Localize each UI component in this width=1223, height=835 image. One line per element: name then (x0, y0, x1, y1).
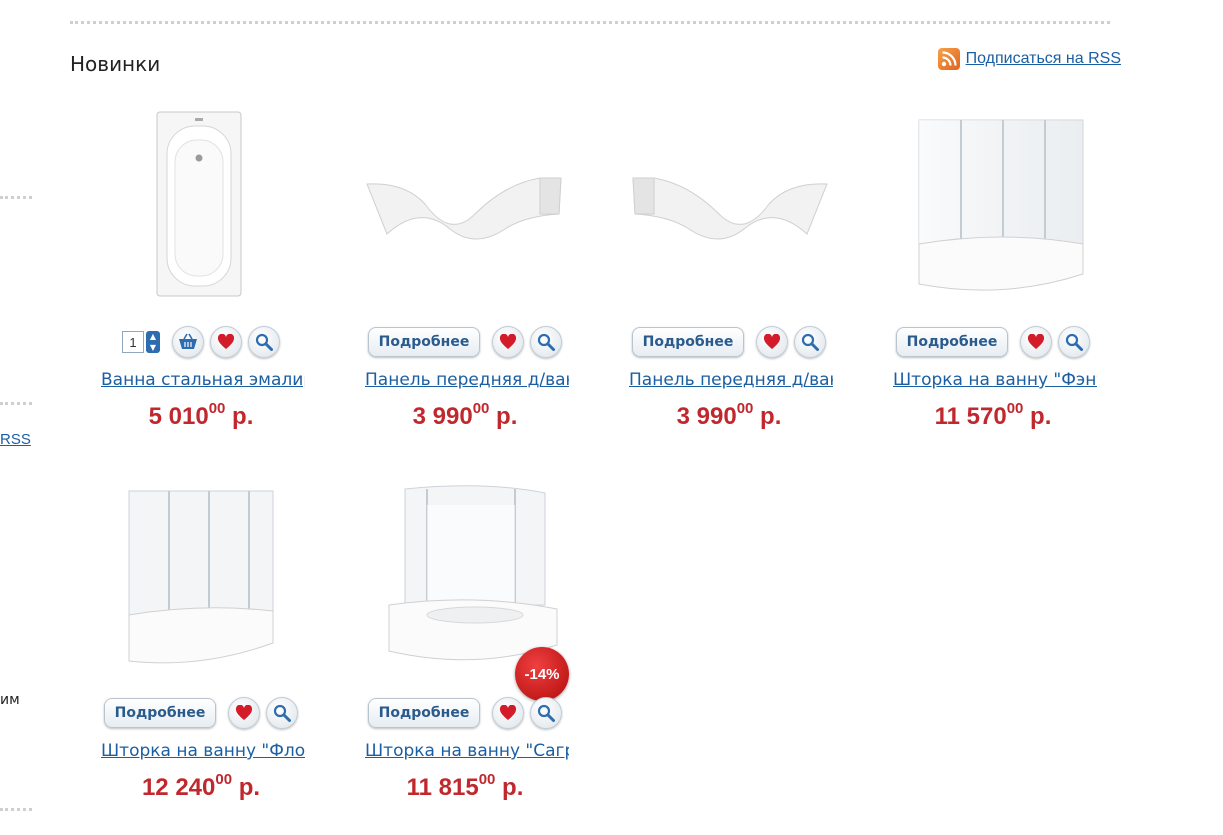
basket-icon (179, 333, 197, 349)
magnifier-icon (274, 704, 292, 722)
product-image[interactable] (629, 104, 829, 304)
sidebar-divider (0, 196, 32, 199)
heart-icon (764, 334, 781, 349)
wishlist-button[interactable] (228, 697, 261, 729)
magnifier-icon (1066, 333, 1084, 351)
product-name-link[interactable]: Шторка на ванну "Фэнтази" (893, 370, 1097, 390)
product-price: 3 99000 р. (412, 400, 518, 430)
product-controls: Подробнее (69, 697, 333, 729)
quick-view-button[interactable] (1058, 326, 1091, 358)
product-image[interactable] (893, 104, 1093, 304)
product-name-link[interactable]: Ванна стальная эмалированная (101, 370, 305, 390)
product-controls: Подробнее (333, 697, 597, 729)
quantity-stepper[interactable]: 1 ▲ ▼ (122, 331, 160, 353)
product-card: Подробнее Панель передняя д/ванны 3 9900… (333, 104, 597, 464)
product-price: 11 81500 р. (406, 771, 524, 801)
magnifier-icon (538, 333, 556, 351)
product-price: 5 01000 р. (148, 400, 254, 430)
product-controls: 1 ▲ ▼ (69, 326, 333, 358)
product-controls: Подробнее (333, 326, 597, 358)
sidebar-divider (0, 402, 32, 405)
product-price: 11 57000 р. (934, 400, 1052, 430)
details-button[interactable]: Подробнее (631, 327, 745, 357)
quantity-input[interactable]: 1 (122, 331, 144, 353)
product-name-link[interactable]: Шторка на ванну "Сагра" (365, 741, 569, 761)
details-button[interactable]: Подробнее (367, 327, 481, 357)
rss-subscribe[interactable]: Подписаться на RSS (937, 48, 1121, 70)
product-card: Подробнее Панель передняя д/ванны 3 9900… (597, 104, 861, 464)
wishlist-button[interactable] (756, 326, 789, 358)
quick-view-button[interactable] (248, 326, 280, 358)
product-name-link[interactable]: Панель передняя д/ванны (365, 370, 569, 390)
sidebar-divider (0, 808, 32, 811)
product-card: Подробнее Шторка на ванну "Фэнтази" 11 5… (861, 104, 1125, 464)
quick-view-button[interactable] (266, 697, 299, 729)
add-to-cart-button[interactable] (172, 326, 204, 358)
product-image[interactable] (365, 104, 565, 304)
product-card: -14% Подробнее Шторка на ванну "Сагра" 1… (333, 475, 597, 835)
top-divider (70, 21, 1110, 24)
wishlist-button[interactable] (1020, 326, 1053, 358)
product-card: 1 ▲▼ Ванна стальная эмалированная 5 0100… (69, 104, 333, 464)
product-image[interactable] (101, 475, 301, 675)
quick-view-button[interactable] (530, 326, 563, 358)
quick-view-button[interactable] (794, 326, 827, 358)
details-button[interactable]: Подробнее (895, 327, 1009, 357)
page-title: Новинки (70, 52, 161, 76)
product-image[interactable] (365, 475, 565, 675)
details-button[interactable]: Подробнее (367, 698, 481, 728)
wishlist-button[interactable] (210, 326, 242, 358)
heart-icon (500, 705, 517, 720)
rss-icon (937, 48, 960, 70)
heart-icon (217, 334, 235, 349)
product-card: Подробнее Шторка на ванну "Флора" 12 240… (69, 475, 333, 835)
discount-badge: -14% (515, 647, 569, 701)
magnifier-icon (802, 333, 820, 351)
heart-icon (236, 705, 253, 720)
wishlist-button[interactable] (492, 326, 525, 358)
sidebar-rss-link[interactable]: RSS (0, 431, 31, 448)
product-name-link[interactable]: Шторка на ванну "Флора" (101, 741, 305, 761)
product-price: 12 24000 р. (141, 771, 261, 801)
product-price: 3 99000 р. (676, 400, 782, 430)
sidebar-text-fragment: им (0, 692, 20, 708)
wishlist-button[interactable] (492, 697, 525, 729)
product-image[interactable] (101, 104, 301, 304)
product-name-link[interactable]: Панель передняя д/ванны (629, 370, 833, 390)
magnifier-icon (255, 333, 273, 351)
product-controls: Подробнее (597, 326, 861, 358)
product-controls: Подробнее (861, 326, 1125, 358)
heart-icon (1028, 334, 1045, 349)
quick-view-button[interactable] (530, 697, 563, 729)
magnifier-icon (538, 704, 556, 722)
rss-link[interactable]: Подписаться на RSS (966, 50, 1121, 68)
quantity-arrows[interactable]: ▲ ▼ (146, 331, 160, 353)
heart-icon (500, 334, 517, 349)
details-button[interactable]: Подробнее (103, 698, 217, 728)
